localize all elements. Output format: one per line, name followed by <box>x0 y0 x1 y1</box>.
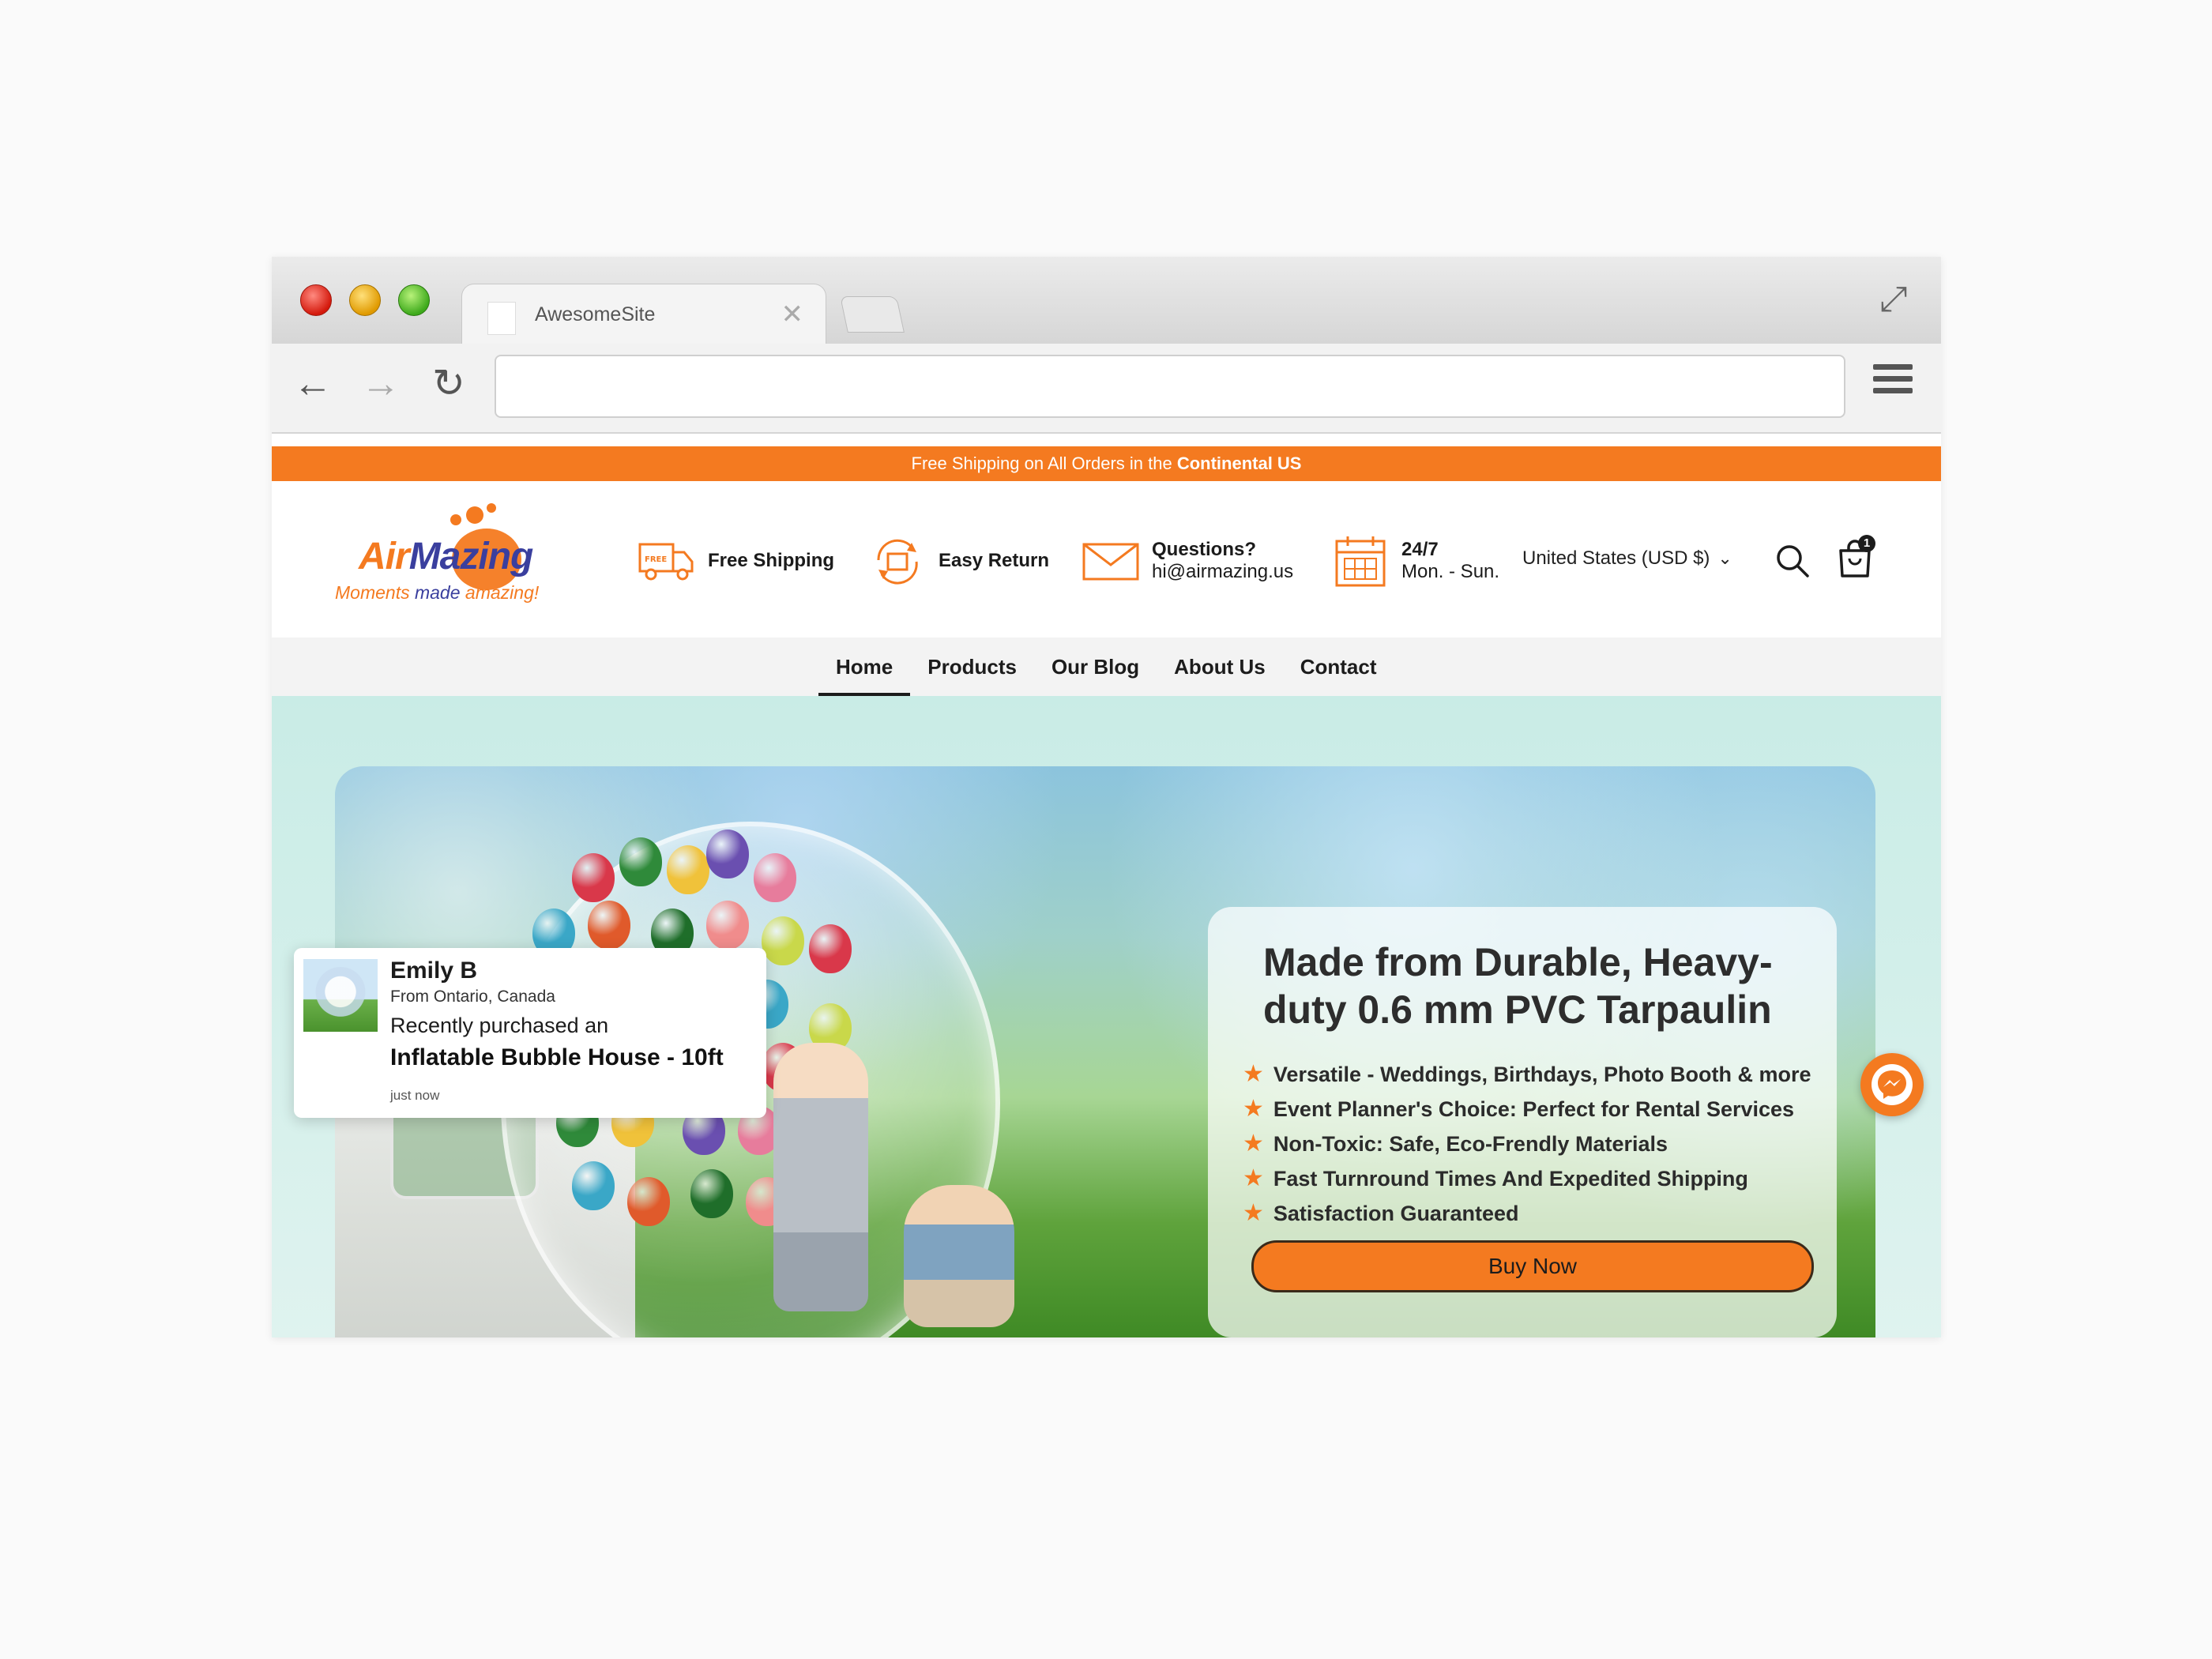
svg-text:FREE: FREE <box>645 555 667 564</box>
logo-wordmark: AirMazing <box>359 535 534 578</box>
announcement-bold: Continental US <box>1176 453 1302 473</box>
announcement-text: Free Shipping on All Orders in the <box>911 453 1177 473</box>
main-navigation: Home Products Our Blog About Us Contact <box>272 638 1941 696</box>
reload-icon[interactable]: ↻ <box>427 361 471 405</box>
logo-air: Air <box>359 536 410 577</box>
balloon-image <box>706 830 749 878</box>
feature-questions[interactable]: Questions? hi@airmazing.us <box>1081 533 1293 589</box>
messenger-chat-button[interactable] <box>1860 1053 1924 1116</box>
truck-icon: FREE <box>638 543 694 581</box>
product-thumbnail <box>303 959 378 1032</box>
bullet-text: Fast Turnround Times And Expedited Shipp… <box>1273 1167 1748 1191</box>
feature-free-shipping: FREE Free Shipping <box>637 533 834 589</box>
bullet-text: Non-Toxic: Safe, Eco-Frendly Materials <box>1273 1132 1668 1156</box>
minimize-window-button[interactable] <box>349 284 381 316</box>
fullscreen-icon[interactable]: ⤢ <box>1875 280 1913 318</box>
country-label: United States (USD $) <box>1522 547 1710 569</box>
bullet-text: Satisfaction Guaranteed <box>1273 1202 1519 1225</box>
cart-count-badge: 1 <box>1858 535 1875 552</box>
return-box-icon <box>877 539 918 585</box>
feature-label: Free Shipping <box>708 550 835 571</box>
hamburger-menu-icon[interactable] <box>1873 364 1913 401</box>
bullet-text: Versatile - Weddings, Birthdays, Photo B… <box>1273 1063 1811 1086</box>
hero-bullet: ★ Event Planner's Choice: Perfect for Ren… <box>1243 1092 1811 1127</box>
hero-headline: Made from Durable, Heavy-duty 0.6 mm PVC… <box>1263 940 1773 1032</box>
search-icon[interactable] <box>1774 543 1811 579</box>
tagline-part1: Moments <box>335 582 415 603</box>
maximize-window-button[interactable] <box>398 284 430 316</box>
feature-easy-return: Easy Return <box>867 533 1049 589</box>
balloon-image <box>667 845 709 894</box>
address-bar[interactable] <box>495 355 1845 418</box>
child-figure-image <box>904 1185 1014 1327</box>
new-tab-button[interactable] <box>840 296 905 333</box>
star-icon: ★ <box>1243 1130 1264 1157</box>
announcement-bar: Free Shipping on All Orders in the Conti… <box>272 446 1941 481</box>
balloon-image <box>572 1161 615 1210</box>
purchase-time: just now <box>390 1088 440 1103</box>
site-header: AirMazing Moments made amazing! FREE Fre… <box>272 481 1941 638</box>
nav-contact[interactable]: Contact <box>1283 638 1394 696</box>
balloon-image <box>706 901 749 950</box>
star-icon: ★ <box>1243 1061 1264 1087</box>
cart-icon[interactable]: 1 <box>1836 535 1875 579</box>
balloon-image <box>690 1169 733 1218</box>
buy-now-button[interactable]: Buy Now <box>1251 1240 1814 1292</box>
balloon-image <box>572 853 615 902</box>
browser-titlebar: AwesomeSite ✕ ⤢ <box>272 257 1941 344</box>
tagline-part2: amazing! <box>460 582 540 603</box>
site-logo[interactable]: AirMazing Moments made amazing! <box>333 503 562 614</box>
close-icon[interactable]: ✕ <box>781 299 804 330</box>
nav-products[interactable]: Products <box>910 638 1034 696</box>
forward-arrow-icon[interactable]: → <box>359 361 403 405</box>
favicon-icon <box>487 302 516 335</box>
balloon-image <box>619 837 662 886</box>
logo-mazing: Mazing <box>408 536 534 577</box>
recent-purchase-popup[interactable]: Emily B From Ontario, Canada Recently pu… <box>294 948 766 1118</box>
envelope-icon <box>1082 543 1139 581</box>
purchased-product[interactable]: Inflatable Bubble House - 10ft <box>390 1044 724 1071</box>
hero-bullet-list: ★ Versatile - Weddings, Birthdays, Photo … <box>1243 1057 1811 1231</box>
balloon-image <box>627 1177 670 1226</box>
star-icon: ★ <box>1243 1165 1264 1191</box>
logo-tagline: Moments made amazing! <box>335 582 539 604</box>
messenger-icon <box>1872 1064 1913 1105</box>
contact-email[interactable]: hi@airmazing.us <box>1152 561 1293 582</box>
tab-title: AwesomeSite <box>535 303 656 325</box>
hero-bullet: ★ Versatile - Weddings, Birthdays, Photo … <box>1243 1057 1811 1092</box>
nav-about-us[interactable]: About Us <box>1157 638 1283 696</box>
web-page: Free Shipping on All Orders in the Conti… <box>272 446 1941 1337</box>
hero-bullet: ★ Fast Turnround Times And Expedited Ship… <box>1243 1161 1811 1196</box>
star-icon: ★ <box>1243 1200 1264 1226</box>
child-figure-image <box>773 1043 868 1311</box>
balloon-image <box>588 901 630 950</box>
hero-bullet: ★ Satisfaction Guaranteed <box>1243 1196 1811 1231</box>
buyer-name: Emily B <box>390 957 478 984</box>
star-icon: ★ <box>1243 1096 1264 1122</box>
tagline-made: made <box>414 582 461 603</box>
balloon-image <box>754 853 796 902</box>
nav-our-blog[interactable]: Our Blog <box>1034 638 1157 696</box>
balloon-image <box>809 924 852 973</box>
country-currency-selector[interactable]: United States (USD $) ⌄ <box>1522 547 1732 570</box>
hero-info-card: Made from Durable, Heavy-duty 0.6 mm PVC… <box>1208 907 1837 1337</box>
buyer-location: From Ontario, Canada <box>390 988 555 1006</box>
browser-toolbar: ← → ↻ <box>272 344 1941 434</box>
hero-bullet: ★ Non-Toxic: Safe, Eco-Frendly Materials <box>1243 1127 1811 1161</box>
feature-label: 24/7 <box>1401 539 1439 560</box>
chevron-down-icon: ⌄ <box>1717 548 1732 568</box>
balloon-image <box>762 916 804 965</box>
feature-support-hours: 24/7 Mon. - Sun. <box>1330 533 1499 589</box>
bullet-text: Event Planner's Choice: Perfect for Rent… <box>1273 1097 1795 1121</box>
close-window-button[interactable] <box>300 284 332 316</box>
feature-label: Questions? <box>1152 539 1257 560</box>
back-arrow-icon[interactable]: ← <box>291 361 335 405</box>
support-days: Mon. - Sun. <box>1401 561 1500 582</box>
purchase-text: Recently purchased an <box>390 1014 609 1037</box>
browser-tab[interactable]: AwesomeSite ✕ <box>461 284 826 344</box>
browser-window: AwesomeSite ✕ ⤢ ← → ↻ Free Shipping on A… <box>272 257 1941 1337</box>
feature-label: Easy Return <box>939 550 1050 571</box>
calendar-icon <box>1335 536 1386 587</box>
nav-home[interactable]: Home <box>818 638 911 696</box>
